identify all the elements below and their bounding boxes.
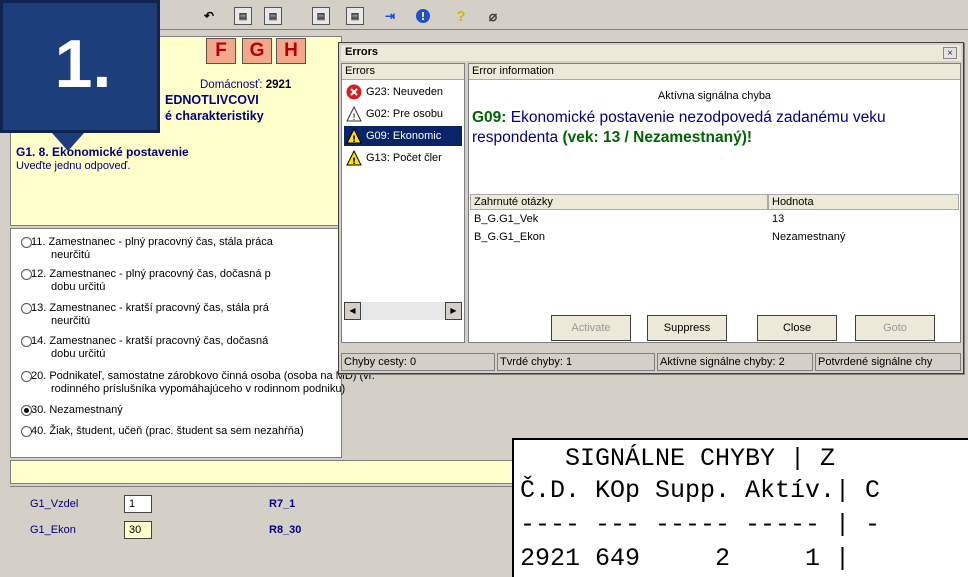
section-heading: EDNOTLIVCOVI bbox=[165, 93, 259, 107]
option-12-label[interactable]: 12. Zamestnanec - plný pracovný čas, doč… bbox=[31, 268, 271, 294]
status-bar: Chyby cesty: 0 Tvrdé chyby: 1 Aktívne si… bbox=[341, 353, 961, 371]
status-path-errors: Chyby cesty: 0 bbox=[341, 353, 495, 371]
warning-icon: ! bbox=[346, 149, 362, 167]
step-number: 1. bbox=[54, 26, 112, 102]
horizontal-scrollbar[interactable]: ◀ ▶ bbox=[344, 302, 462, 320]
option-14-label[interactable]: 14. Zamestnanec - kratší pracovný čas, d… bbox=[31, 335, 268, 361]
scroll-right-icon[interactable]: ▶ bbox=[445, 302, 462, 320]
console-line: Č.D. KOp Supp. Aktív.| C bbox=[520, 476, 881, 505]
console-line: ---- --- ----- ----- | - bbox=[520, 510, 881, 539]
window-icon[interactable]: ▤ bbox=[234, 7, 252, 25]
error-information-panel: Error information Aktívna signálna chyba… bbox=[468, 63, 961, 343]
dialog-title: Errors bbox=[345, 46, 379, 58]
tab-f[interactable]: F bbox=[206, 38, 236, 64]
variable-code: R8_30 bbox=[269, 524, 302, 536]
error-icon bbox=[346, 84, 362, 100]
option-11-label[interactable]: 11. Zamestnanec - plný pracovný čas, stá… bbox=[31, 236, 273, 262]
table-cell: 13 bbox=[772, 213, 785, 225]
exit-icon[interactable]: ⇥ bbox=[381, 7, 399, 25]
variable-name: G1_Vzdel bbox=[30, 498, 79, 510]
tab-h[interactable]: H bbox=[276, 38, 306, 64]
close-button[interactable]: Close bbox=[757, 315, 837, 341]
status-active-signal-errors: Aktívne signálne chyby: 2 bbox=[657, 353, 813, 371]
household-number: 2921 bbox=[265, 79, 292, 91]
table-cell: B_G.G1_Vek bbox=[474, 213, 539, 225]
goto-button[interactable]: Goto bbox=[855, 315, 935, 341]
variable-name: G1_Ekon bbox=[30, 524, 76, 536]
suppress-button[interactable]: Suppress bbox=[647, 315, 727, 341]
activate-button[interactable]: Activate bbox=[551, 315, 631, 341]
error-list-item[interactable]: ! G02: Pre osobu bbox=[344, 104, 462, 124]
error-list-header: Errors bbox=[342, 64, 464, 80]
scroll-left-icon[interactable]: ◀ bbox=[344, 302, 361, 320]
info-icon[interactable]: ! bbox=[414, 7, 432, 25]
window-icon[interactable]: ▤ bbox=[312, 7, 330, 25]
tab-g[interactable]: G bbox=[242, 38, 272, 64]
svg-text:!: ! bbox=[352, 135, 356, 144]
step-badge: 1. bbox=[0, 0, 160, 133]
close-icon[interactable]: × bbox=[943, 47, 957, 59]
console-line: SIGNÁLNE CHYBY | Z bbox=[520, 444, 836, 473]
error-type-label: Aktívna signálna chyba bbox=[657, 90, 772, 102]
option-13-label[interactable]: 13. Zamestnanec - kratší pracovný čas, s… bbox=[31, 302, 269, 328]
window-icon[interactable]: ▤ bbox=[346, 7, 364, 25]
dialog-titlebar[interactable]: Errors × bbox=[341, 45, 961, 61]
question-instruction: Uveďte jednu odpoveď. bbox=[16, 160, 131, 172]
option-30-label[interactable]: 30. Nezamestnaný bbox=[31, 404, 123, 417]
help-icon[interactable]: ? bbox=[452, 7, 470, 25]
warning-outline-icon: ! bbox=[346, 105, 362, 123]
window-icon[interactable]: ▤ bbox=[264, 7, 282, 25]
status-confirmed-signal-errors: Potvrdené signálne chy bbox=[815, 353, 961, 371]
variable-code: R7_1 bbox=[269, 498, 296, 510]
household-info: Domácnosť: 2921 bbox=[200, 79, 292, 91]
answer-options: 11. Zamestnanec - plný pracovný čas, stá… bbox=[10, 228, 375, 458]
table-cell: Nezamestnaný bbox=[772, 231, 846, 243]
section-subheading: é charakteristiky bbox=[165, 109, 264, 123]
variable-value-field[interactable]: 1 bbox=[124, 495, 152, 513]
column-header[interactable]: Zahrnuté otázky bbox=[470, 194, 768, 210]
svg-text:!: ! bbox=[352, 157, 356, 166]
errors-dialog: Errors × Errors G23: Neuveden ! G02: Pre… bbox=[338, 42, 964, 374]
question-title: G1. 8. Ekonomické postavenie bbox=[16, 145, 189, 159]
option-40-label[interactable]: 40. Žiak, študent, učeň (prac. študent s… bbox=[31, 425, 304, 438]
column-header[interactable]: Hodnota bbox=[768, 194, 959, 210]
badge-pointer bbox=[52, 133, 84, 151]
error-list-item[interactable]: ! G13: Počet čler bbox=[344, 148, 462, 168]
status-hard-errors: Tvrdé chyby: 1 bbox=[497, 353, 655, 371]
warning-icon: ! bbox=[346, 127, 362, 145]
variable-value-field[interactable]: 30 bbox=[124, 521, 152, 539]
console-line: 2921 649 2 1 | bbox=[520, 544, 851, 573]
svg-text:!: ! bbox=[420, 10, 425, 23]
svg-text:!: ! bbox=[352, 113, 356, 122]
console-report: SIGNÁLNE CHYBY | Z Č.D. KOp Supp. Aktív.… bbox=[512, 438, 968, 577]
error-list-item-selected[interactable]: ! G09: Ekonomic bbox=[344, 126, 462, 146]
error-list: Errors G23: Neuveden ! G02: Pre osobu ! … bbox=[341, 63, 465, 343]
error-list-item[interactable]: G23: Neuveden bbox=[344, 82, 462, 102]
error-message: G09: Ekonomické postavenie nezodpovedá z… bbox=[472, 109, 886, 146]
undo-icon[interactable]: ↶ bbox=[200, 7, 218, 25]
attach-icon[interactable]: ⌀ bbox=[484, 7, 502, 25]
table-cell: B_G.G1_Ekon bbox=[474, 231, 545, 243]
option-20-label[interactable]: 20. Podnikateľ, samostatne zárobkovo čin… bbox=[31, 370, 375, 396]
error-information-header: Error information bbox=[469, 64, 960, 80]
